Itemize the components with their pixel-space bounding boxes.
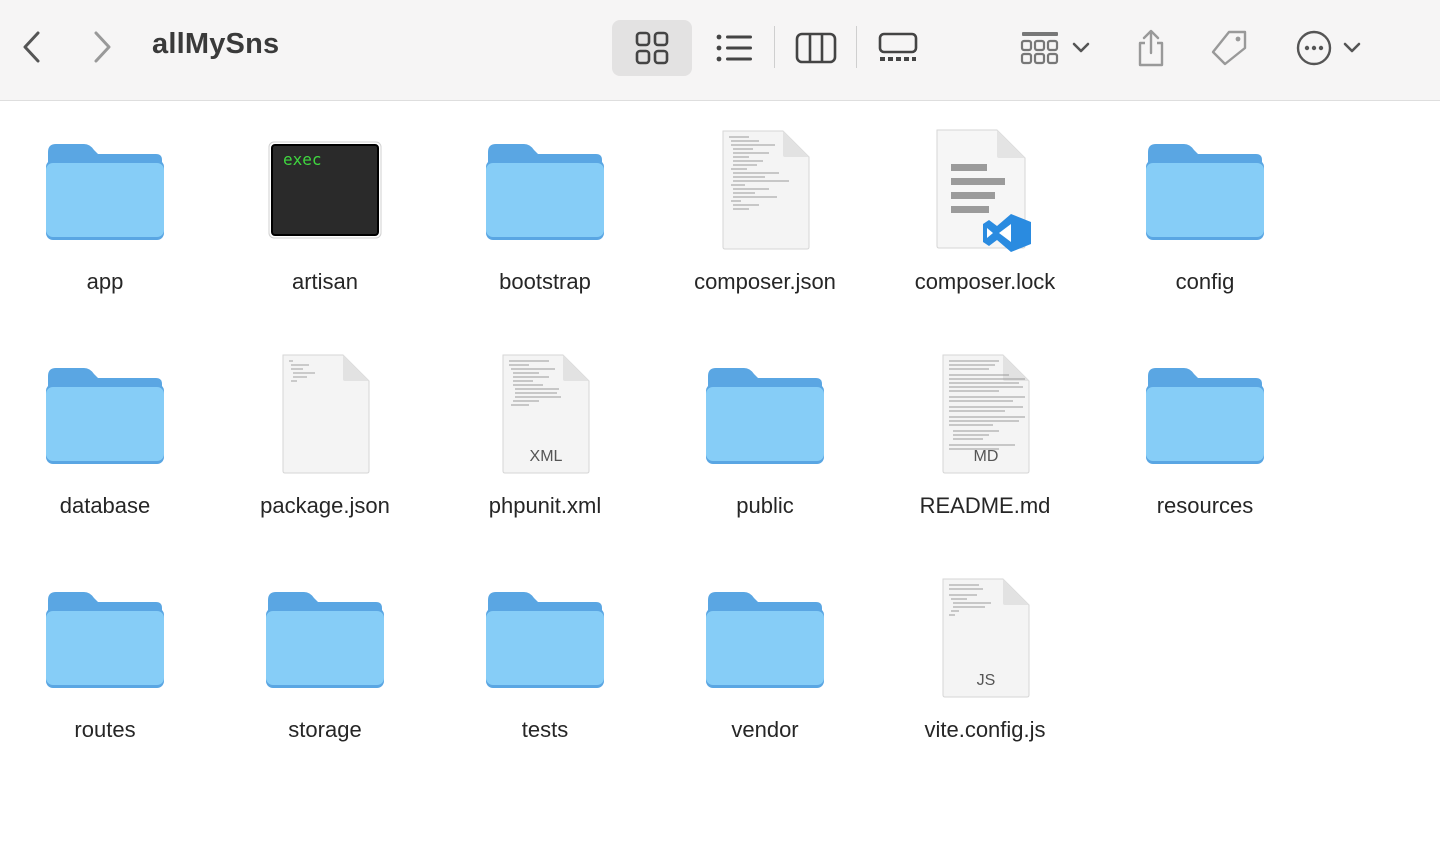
file-item-config[interactable]: config xyxy=(1105,100,1305,300)
file-label: phpunit.xml xyxy=(488,493,602,518)
js-badge: JS xyxy=(977,672,996,689)
gallery-icon xyxy=(878,32,918,61)
column-view-button[interactable] xyxy=(787,20,845,76)
folder-icon xyxy=(35,349,175,479)
chevron-right-icon xyxy=(94,31,111,63)
file-label: app xyxy=(86,269,124,294)
columns-icon xyxy=(795,32,837,64)
finder-toolbar: allMySns xyxy=(0,0,1440,101)
document-icon xyxy=(255,349,395,479)
more-ellipsis-icon xyxy=(1296,30,1332,66)
markdown-document-icon: MD xyxy=(915,349,1055,479)
folder-icon xyxy=(35,573,175,703)
file-label: artisan xyxy=(291,269,359,294)
list-icon xyxy=(716,34,752,62)
file-label: routes xyxy=(74,717,136,742)
chevron-down-icon xyxy=(1343,42,1361,53)
file-label: public xyxy=(736,493,794,518)
file-label: package.json xyxy=(260,493,390,518)
tag-button[interactable] xyxy=(1204,20,1254,76)
vscode-document-icon xyxy=(915,125,1055,255)
tag-icon xyxy=(1211,30,1247,66)
file-label: composer.lock xyxy=(914,269,1056,294)
file-label: storage xyxy=(288,717,362,742)
file-label: vendor xyxy=(731,717,799,742)
group-button[interactable] xyxy=(1012,20,1100,76)
file-label: resources xyxy=(1156,493,1254,518)
file-label: README.md xyxy=(919,493,1051,518)
file-item-artisan[interactable]: exec artisan xyxy=(225,100,425,300)
gallery-view-button[interactable] xyxy=(868,20,928,76)
file-item-composer-json[interactable]: composer.json xyxy=(665,100,865,300)
xml-badge: XML xyxy=(530,448,563,465)
window-title: allMySns xyxy=(152,28,280,60)
forward-button[interactable] xyxy=(82,27,122,67)
share-icon xyxy=(1138,29,1164,67)
icon-view-button[interactable] xyxy=(612,20,692,76)
file-item-tests[interactable]: tests xyxy=(445,548,645,748)
more-button[interactable] xyxy=(1288,20,1370,76)
list-view-button[interactable] xyxy=(705,20,763,76)
file-item-database[interactable]: database xyxy=(5,324,205,524)
toolbar-divider xyxy=(774,26,775,68)
document-icon xyxy=(695,125,835,255)
js-document-icon: JS xyxy=(915,573,1055,703)
file-item-routes[interactable]: routes xyxy=(5,548,205,748)
file-label: tests xyxy=(521,717,569,742)
chevron-left-icon xyxy=(23,31,40,63)
file-label: config xyxy=(1175,269,1235,294)
file-item-composer-lock[interactable]: composer.lock xyxy=(885,100,1085,300)
file-item-public[interactable]: public xyxy=(665,324,865,524)
md-badge: MD xyxy=(974,448,999,465)
file-item-resources[interactable]: resources xyxy=(1105,324,1305,524)
file-label: vite.config.js xyxy=(924,717,1046,742)
folder-icon xyxy=(1135,349,1275,479)
file-label: database xyxy=(59,493,151,518)
folder-icon xyxy=(35,125,175,255)
chevron-down-icon xyxy=(1072,42,1090,53)
file-item-vendor[interactable]: vendor xyxy=(665,548,865,748)
file-label: bootstrap xyxy=(499,269,591,294)
icon-grid-icon xyxy=(635,31,669,65)
terminal-exec-icon: exec xyxy=(255,125,395,255)
folder-icon xyxy=(475,125,615,255)
file-item-storage[interactable]: storage xyxy=(225,548,425,748)
folder-icon xyxy=(475,573,615,703)
file-item-phpunit-xml[interactable]: XML phpunit.xml xyxy=(445,324,645,524)
file-item-vite-config-js[interactable]: JS vite.config.js xyxy=(885,548,1085,748)
file-grid: app exec artisan bootstrap composer.json… xyxy=(0,100,1440,846)
file-item-readme-md[interactable]: MD README.md xyxy=(885,324,1085,524)
back-button[interactable] xyxy=(12,27,52,67)
file-item-bootstrap[interactable]: bootstrap xyxy=(445,100,645,300)
folder-icon xyxy=(695,349,835,479)
file-item-package-json[interactable]: package.json xyxy=(225,324,425,524)
share-button[interactable] xyxy=(1126,20,1176,76)
folder-icon xyxy=(695,573,835,703)
file-label: composer.json xyxy=(694,269,836,294)
exec-badge: exec xyxy=(283,150,322,169)
folder-icon xyxy=(255,573,395,703)
file-item-app[interactable]: app xyxy=(5,100,205,300)
xml-document-icon: XML xyxy=(475,349,615,479)
folder-icon xyxy=(1135,125,1275,255)
toolbar-divider xyxy=(856,26,857,68)
group-grid-icon xyxy=(1020,32,1059,65)
